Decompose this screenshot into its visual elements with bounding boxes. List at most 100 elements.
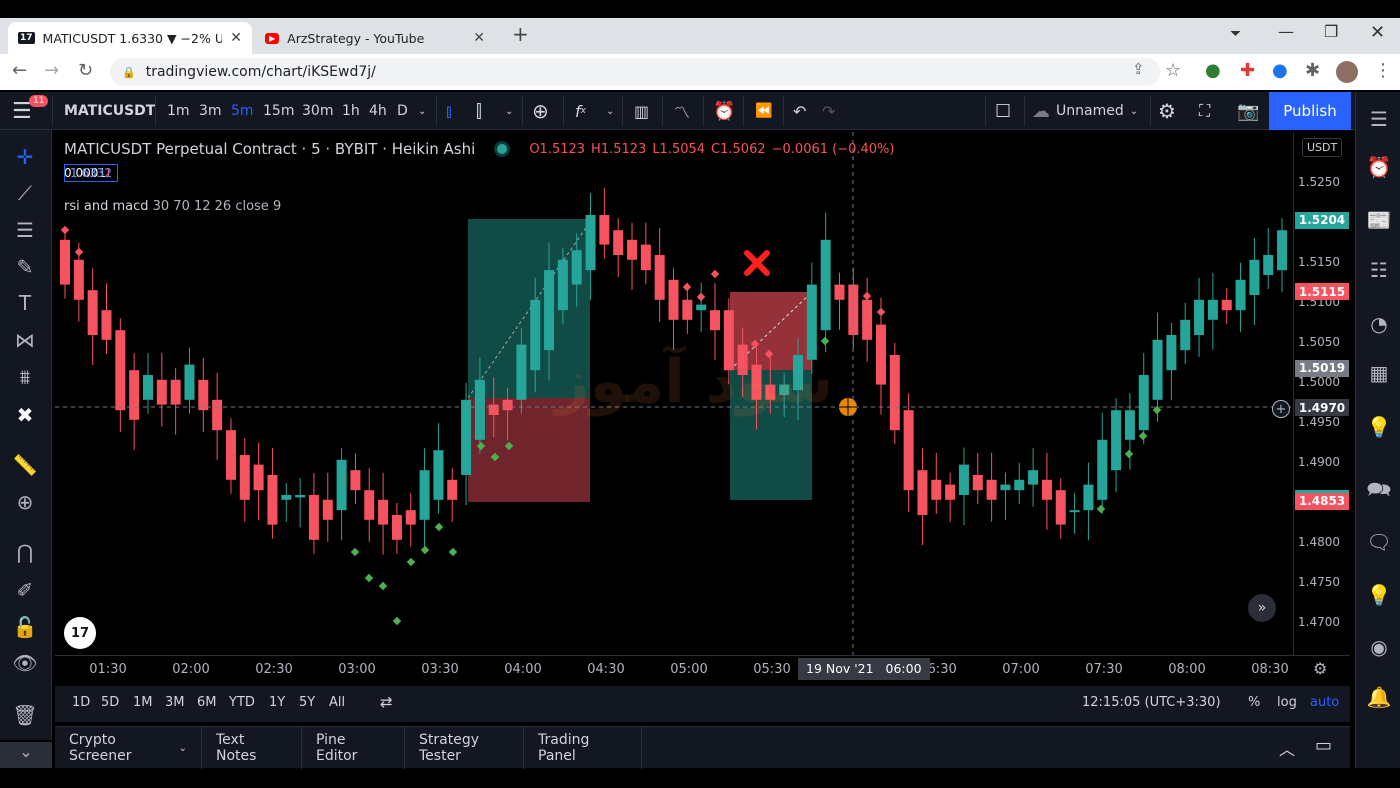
magnet-icon[interactable]: ⋂ xyxy=(10,537,40,567)
close-tab-icon[interactable]: ✕ xyxy=(473,30,485,46)
browser-tab-tradingview[interactable]: 17 MATICUSDT 1.6330 ▼ −2% Unna ✕ xyxy=(8,22,252,54)
indicators-fx-icon[interactable]: fx xyxy=(575,92,586,130)
crosshair-icon[interactable]: ✛ xyxy=(10,142,40,172)
calendar-icon[interactable]: ▦ xyxy=(1364,358,1394,388)
camera-icon[interactable]: 📷 xyxy=(1237,92,1259,130)
close-window-icon[interactable]: ✕ xyxy=(1370,22,1385,43)
tab-text-notes[interactable]: Text Notes xyxy=(202,727,302,769)
lock-icon[interactable]: 🔓 xyxy=(10,612,40,642)
publish-button[interactable]: Publish xyxy=(1269,92,1351,130)
maximize-panel-icon[interactable]: ▭ xyxy=(1315,735,1332,756)
replay-icon[interactable]: ⏪ xyxy=(755,92,772,130)
close-tab-icon[interactable]: ✕ xyxy=(230,30,242,46)
tab-pine-editor[interactable]: Pine Editor xyxy=(302,727,405,769)
streams-icon[interactable]: 💡 xyxy=(1364,580,1394,610)
new-tab-button[interactable]: + xyxy=(512,22,529,46)
percent-scale-toggle[interactable]: % xyxy=(1248,695,1260,710)
interval-dropdown-icon[interactable]: ⌄ xyxy=(418,92,426,130)
chart-type-dropdown-icon[interactable]: ⌄ xyxy=(505,92,513,130)
redo-icon[interactable]: ↷ xyxy=(822,92,835,130)
goto-date-icon[interactable]: ⇄ xyxy=(380,693,393,711)
extension-icon[interactable]: ● xyxy=(1272,60,1288,81)
broadcast-icon[interactable]: ◉ xyxy=(1364,632,1394,662)
tab-search-icon[interactable]: ⏷ xyxy=(1230,26,1241,42)
currency-button[interactable]: USDT xyxy=(1302,138,1343,157)
range-5d[interactable]: 5D xyxy=(101,695,119,710)
text-tool-icon[interactable]: T xyxy=(10,288,40,318)
minimize-icon[interactable]: — xyxy=(1278,22,1294,41)
notifications-bell-icon[interactable]: 🔔 xyxy=(1364,682,1394,712)
range-1d[interactable]: 1D xyxy=(72,695,90,710)
extension-icon[interactable]: ● xyxy=(1205,60,1221,81)
settings-gear-icon[interactable]: ⚙ xyxy=(1158,92,1176,130)
undo-icon[interactable]: ↶ xyxy=(793,92,806,130)
chats-icon[interactable]: 🗪 xyxy=(1364,477,1394,507)
prediction-icon[interactable]: ⩩ xyxy=(10,362,40,392)
financials-icon[interactable]: ▥ xyxy=(634,92,649,130)
restore-icon[interactable]: ❐ xyxy=(1324,22,1338,41)
range-3m[interactable]: 3M xyxy=(165,695,185,710)
ruler-icon[interactable]: 📏 xyxy=(10,450,40,480)
chart-pane[interactable]: سود آموز MATICUSDT Perpetual Contract · … xyxy=(55,132,1293,655)
interval-4h[interactable]: 4h xyxy=(369,92,387,130)
indicator-legend[interactable]: rsi and macd 30 70 12 26 close 9 xyxy=(64,199,281,214)
interval-15m[interactable]: 15m xyxy=(263,92,294,130)
compare-add-icon[interactable]: ⊕ xyxy=(532,92,549,130)
brush-icon[interactable]: ✎ xyxy=(10,252,40,282)
chat-icon[interactable]: 🗨 xyxy=(1364,527,1394,557)
range-1y[interactable]: 1Y xyxy=(269,695,285,710)
chart-type-icon[interactable]: ⫿ xyxy=(476,92,482,130)
collapse-panel-icon[interactable]: ︿ xyxy=(1279,736,1295,760)
indicators-dropdown-icon[interactable]: ⌄ xyxy=(606,92,614,130)
interval-3m[interactable]: 3m xyxy=(199,92,222,130)
calendar-progress-icon[interactable]: ◔ xyxy=(1364,309,1394,339)
range-5y[interactable]: 5Y xyxy=(299,695,315,710)
alert-add-icon[interactable]: ⏰ xyxy=(713,92,735,130)
alarm-clock-icon[interactable]: ⏰ xyxy=(1364,152,1394,182)
range-1m[interactable]: 1M xyxy=(133,695,153,710)
tab-trading-panel[interactable]: Trading Panel xyxy=(524,727,642,769)
lock-drawing-icon[interactable]: ✐ xyxy=(10,575,40,605)
trendline-icon[interactable]: ⟋ xyxy=(10,178,40,208)
interval-1m[interactable]: 1m xyxy=(167,92,190,130)
clock-timezone[interactable]: 12:15:05 (UTC+3:30) xyxy=(1082,695,1221,710)
ideas-lightbulb-icon[interactable]: 💡 xyxy=(1364,412,1394,442)
range-6m[interactable]: 6M xyxy=(197,695,217,710)
bookmark-star-icon[interactable]: ☆ xyxy=(1165,60,1181,81)
watchlist-icon[interactable]: ☰ xyxy=(1364,104,1394,134)
hotlist-icon[interactable]: ☷ xyxy=(1364,255,1394,285)
browser-tab-youtube[interactable]: ▶ ArzStrategy - YouTube ✕ xyxy=(255,22,495,54)
scroll-to-realtime-button[interactable]: » xyxy=(1248,594,1276,622)
news-icon[interactable]: 📰 xyxy=(1364,205,1394,235)
profile-avatar[interactable] xyxy=(1336,61,1358,83)
tab-strategy-tester[interactable]: Strategy Tester xyxy=(405,727,524,769)
reload-icon[interactable]: ↻ xyxy=(78,60,93,81)
candles-icon[interactable]: ⫾ xyxy=(446,92,452,130)
time-axis[interactable]: 01:30 02:00 02:30 03:00 03:30 04:00 04:30 05:00… xyxy=(55,655,1350,683)
symbol-search-button[interactable]: MATICUSDT xyxy=(64,92,155,130)
series-title[interactable]: MATICUSDT Perpetual Contract · 5 · BYBIT… xyxy=(64,140,475,158)
remove-icon[interactable]: ✖ xyxy=(10,400,40,430)
url-input[interactable]: 🔒 tradingview.com/chart/iKSEwd7j/ xyxy=(110,58,1160,86)
buy-button[interactable]: 1.6332 xyxy=(64,164,118,182)
fib-lines-icon[interactable]: ☰ xyxy=(10,215,40,245)
fullscreen-icon[interactable]: ⛶ xyxy=(1199,92,1210,130)
browser-menu-icon[interactable]: ⋮ xyxy=(1374,60,1392,81)
pattern-icon[interactable]: ⋈ xyxy=(10,325,40,355)
add-plus-icon[interactable]: + xyxy=(1272,400,1290,418)
range-all[interactable]: All xyxy=(329,695,345,710)
trash-icon[interactable]: 🗑 xyxy=(10,700,40,730)
layout-square-icon[interactable]: ☐ xyxy=(995,92,1011,130)
share-icon[interactable]: ⇪ xyxy=(1132,60,1145,78)
extension-icon[interactable]: ✚ xyxy=(1240,60,1255,81)
auto-scale-toggle[interactable]: auto xyxy=(1310,695,1339,710)
layout-name-button[interactable]: ☁ Unnamed ⌄ xyxy=(1032,92,1138,130)
tab-crypto-screener[interactable]: Crypto Screener ⌄ xyxy=(55,727,202,769)
collapse-chevron-icon[interactable]: ⌄ xyxy=(0,742,52,768)
tradingview-logo[interactable]: 17 xyxy=(64,617,96,649)
interval-d[interactable]: D xyxy=(397,92,408,130)
interval-5m[interactable]: 5m xyxy=(231,92,254,130)
extensions-puzzle-icon[interactable]: ✱ xyxy=(1305,60,1320,81)
zoom-in-icon[interactable]: ⊕ xyxy=(10,487,40,517)
templates-icon[interactable]: 〽 xyxy=(674,92,690,130)
